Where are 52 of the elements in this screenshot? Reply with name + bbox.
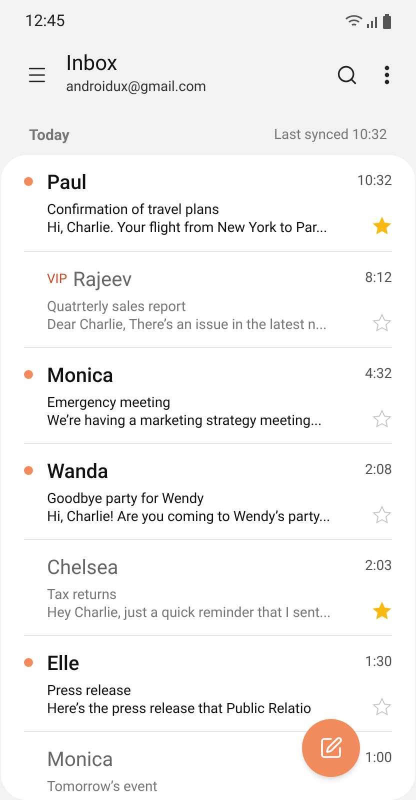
star-button[interactable]: [372, 408, 392, 428]
star-button[interactable]: [372, 504, 392, 524]
account-email: androidux@gmail.com: [66, 78, 208, 97]
email-time: 10:32: [357, 172, 392, 191]
email-time: 1:30: [365, 653, 392, 672]
search-button[interactable]: [336, 64, 358, 86]
sender-name: Monica: [47, 362, 114, 388]
email-subject: Press release: [47, 682, 132, 700]
star-button[interactable]: [372, 216, 392, 236]
email-preview: Hi, Charlie. Your flight from New York to Par...: [47, 218, 328, 236]
signal-icon: [367, 14, 379, 28]
email-time: 1:00: [365, 749, 392, 768]
email-preview: Dear Charlie, There’s an issue in the latest n...: [47, 316, 328, 334]
more-icon: [384, 65, 390, 85]
sender-name: Elle: [47, 650, 80, 676]
email-subject: Quatrterly sales report: [47, 298, 187, 316]
email-subject: Tomorrow’s event: [47, 778, 158, 796]
wifi-icon: [345, 14, 363, 28]
email-item[interactable]: Paul 10:32 Confirmation of travel plans Hi, Charlie. Your flight from New York to Par...: [24, 154, 392, 250]
email-item[interactable]: Monica 4:32 Emergency meeting We’re having a marketing strategy meeting...: [24, 346, 392, 442]
email-preview: Hey Charlie, just a quick reminder that I sent...: [47, 604, 332, 622]
email-preview: Here’s the press release that Public Relatio: [47, 700, 312, 718]
inbox-title: Inbox: [66, 52, 118, 77]
vip-label: VIP: [47, 270, 68, 289]
sync-status: Last synced 10:32: [274, 126, 387, 145]
email-time: 4:32: [365, 365, 392, 384]
sender-name: Chelsea: [47, 554, 118, 580]
compose-icon: [319, 736, 343, 760]
email-preview: Hi, Charlie! Are you coming to Wendy’s party...: [47, 508, 332, 526]
status-time: 12:45: [25, 10, 65, 32]
sender-name: Rajeev: [73, 266, 132, 292]
email-item[interactable]: Chelsea 2:03 Tax returns Hey Charlie, just a quick reminder that I sent...: [24, 538, 392, 634]
search-icon: [336, 64, 358, 86]
battery-icon: [383, 14, 391, 28]
email-preview: We’re having a marketing strategy meeting...: [47, 412, 323, 430]
email-item[interactable]: VIP Rajeev 8:12 Quatrterly sales report Dear Charlie, There’s an issue in the latest n...: [24, 250, 392, 346]
email-time: 2:03: [365, 557, 392, 576]
more-button[interactable]: [384, 65, 390, 85]
email-time: 2:08: [365, 461, 392, 480]
email-subject: Emergency meeting: [47, 394, 172, 412]
email-subject: Goodbye party for Wendy: [47, 490, 205, 508]
section-label: Today: [29, 125, 70, 146]
sender-name: Wanda: [47, 458, 108, 484]
email-item[interactable]: Wanda 2:08 Goodbye party for Wendy Hi, Charlie! Are you coming to Wendy’s party...: [24, 442, 392, 538]
sender-name: Paul: [47, 168, 87, 196]
email-subject: Tax returns: [47, 586, 118, 604]
star-button[interactable]: [372, 696, 392, 716]
email-time: 8:12: [365, 269, 392, 288]
star-button[interactable]: [372, 600, 392, 620]
email-subject: Confirmation of travel plans: [47, 200, 220, 218]
star-button[interactable]: [372, 312, 392, 332]
sender-name: Monica: [47, 746, 114, 772]
